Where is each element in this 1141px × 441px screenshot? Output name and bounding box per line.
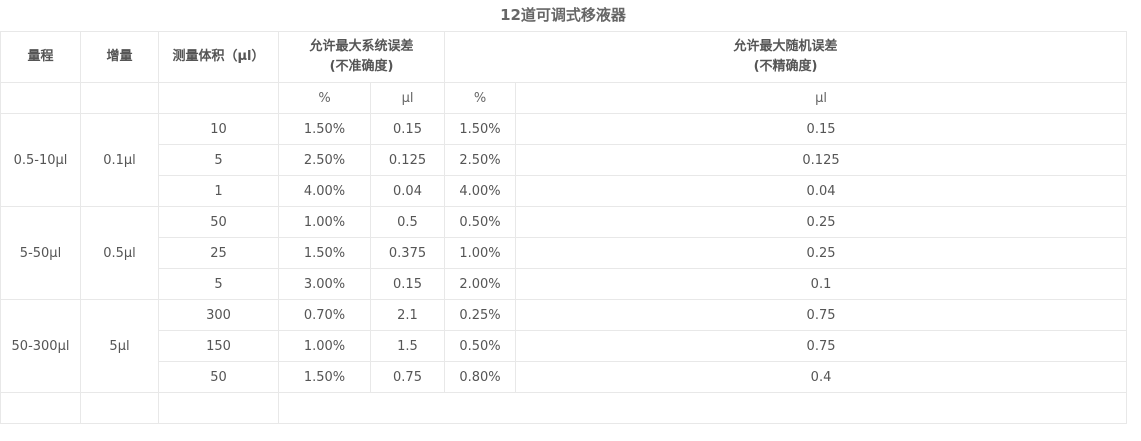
- rand-pct-cell: 0.80%: [444, 361, 517, 393]
- sys-ul-cell: 0.125: [369, 144, 446, 176]
- volume-cell: 150: [158, 330, 279, 362]
- header-random-error-line2: (不精确度): [753, 59, 818, 74]
- sys-pct-cell: 1.50%: [278, 361, 371, 393]
- rand-pct-cell: 1.50%: [444, 113, 517, 145]
- volume-cell: 50: [158, 361, 279, 393]
- header-increment: 增量: [80, 31, 159, 83]
- rand-ul-cell: 0.25: [515, 237, 1128, 269]
- table-row: 1 4.00% 0.04 4.00% 0.04: [1, 175, 1128, 207]
- sys-ul-cell: 1.5: [369, 330, 446, 362]
- table-row: 5 2.50% 0.125 2.50% 0.125: [1, 144, 1128, 176]
- empty-row: [0, 392, 1128, 424]
- rand-ul-cell: 0.25: [515, 206, 1128, 238]
- volume-cell: 50: [158, 206, 279, 238]
- range-cell: 0.5-10μl: [0, 113, 81, 207]
- volume-cell: 25: [158, 237, 279, 269]
- header-random-error-line1: 允许最大随机误差: [733, 39, 838, 54]
- volume-cell: 5: [158, 144, 279, 176]
- unit-cell-empty: [0, 82, 81, 114]
- rand-pct-cell: 1.00%: [444, 237, 517, 269]
- table-row: 0.5-10μl 0.1μl 10 1.50% 0.15 1.50% 0.15: [0, 113, 1128, 207]
- increment-cell: 0.5μl: [80, 206, 159, 300]
- sys-ul-cell: 0.04: [369, 175, 446, 207]
- table-row: 50-300μl 5μl 300 0.70% 2.1 0.25% 0.75: [0, 299, 1128, 393]
- rand-pct-cell: 2.00%: [444, 268, 517, 300]
- rand-ul-cell: 0.125: [515, 144, 1128, 176]
- range-cell: 50-300μl: [0, 299, 81, 393]
- rand-ul-cell: 0.75: [515, 299, 1128, 331]
- table-row: 50 1.50% 0.75 0.80% 0.4: [1, 361, 1128, 393]
- sys-ul-cell: 0.75: [369, 361, 446, 393]
- sys-ul-cell: 0.375: [369, 237, 446, 269]
- increment-cell: 5μl: [80, 299, 159, 393]
- rand-ul-cell: 0.4: [515, 361, 1128, 393]
- empty-cell: [80, 392, 159, 424]
- unit-rand-ul: μl: [515, 82, 1128, 114]
- rand-ul-cell: 0.04: [515, 175, 1128, 207]
- range-cell: 5-50μl: [0, 206, 81, 300]
- rand-ul-cell: 0.15: [515, 113, 1128, 145]
- unit-sys-ul: μl: [369, 82, 446, 114]
- volume-cell: 1: [158, 175, 279, 207]
- table-row: 25 1.50% 0.375 1.00% 0.25: [1, 237, 1128, 269]
- header-systematic-error-line2: (不准确度): [329, 59, 394, 74]
- header-row: 量程 增量 测量体积（μl） 允许最大系统误差 (不准确度) 允许最大随机误差 …: [0, 31, 1128, 83]
- header-random-error: 允许最大随机误差 (不精确度): [444, 31, 1128, 83]
- sys-pct-cell: 0.70%: [278, 299, 371, 331]
- sys-pct-cell: 1.50%: [278, 113, 371, 145]
- rand-pct-cell: 4.00%: [444, 175, 517, 207]
- rand-ul-cell: 0.1: [515, 268, 1128, 300]
- sys-ul-cell: 0.15: [369, 268, 446, 300]
- unit-cell-empty: [158, 82, 279, 114]
- empty-cell: [0, 392, 81, 424]
- table-row: 5 3.00% 0.15 2.00% 0.1: [1, 268, 1128, 300]
- sys-ul-cell: 2.1: [369, 299, 446, 331]
- sys-ul-cell: 0.15: [369, 113, 446, 145]
- rand-pct-cell: 0.25%: [444, 299, 517, 331]
- empty-cell: [158, 392, 279, 424]
- sys-pct-cell: 2.50%: [278, 144, 371, 176]
- header-volume: 测量体积（μl）: [158, 31, 279, 83]
- unit-sys-pct: %: [278, 82, 371, 114]
- rand-pct-cell: 0.50%: [444, 206, 517, 238]
- rand-pct-cell: 2.50%: [444, 144, 517, 176]
- sys-pct-cell: 1.00%: [278, 206, 371, 238]
- sys-pct-cell: 3.00%: [278, 268, 371, 300]
- sys-ul-cell: 0.5: [369, 206, 446, 238]
- unit-cell-empty: [80, 82, 159, 114]
- empty-cell: [277, 392, 1128, 424]
- pipette-spec-table: 量程 增量 测量体积（μl） 允许最大系统误差 (不准确度) 允许最大随机误差 …: [0, 31, 1128, 424]
- rand-ul-cell: 0.75: [515, 330, 1128, 362]
- table-row: 5-50μl 0.5μl 50 1.00% 0.5 0.50% 0.25: [0, 206, 1128, 300]
- table-row: 150 1.00% 1.5 0.50% 0.75: [1, 330, 1128, 362]
- volume-cell: 10: [158, 113, 279, 145]
- header-range: 量程: [0, 31, 81, 83]
- unit-rand-pct: %: [444, 82, 517, 114]
- header-systematic-error: 允许最大系统误差 (不准确度): [277, 31, 446, 83]
- table-title: 12道可调式移液器: [500, 6, 626, 24]
- sys-pct-cell: 1.50%: [278, 237, 371, 269]
- rand-pct-cell: 0.50%: [444, 330, 517, 362]
- unit-row: % μl % μl: [0, 82, 1128, 114]
- volume-cell: 300: [158, 299, 279, 331]
- increment-cell: 0.1μl: [80, 113, 159, 207]
- sys-pct-cell: 4.00%: [278, 175, 371, 207]
- volume-cell: 5: [158, 268, 279, 300]
- sys-pct-cell: 1.00%: [278, 330, 371, 362]
- header-systematic-error-line1: 允许最大系统误差: [309, 39, 414, 54]
